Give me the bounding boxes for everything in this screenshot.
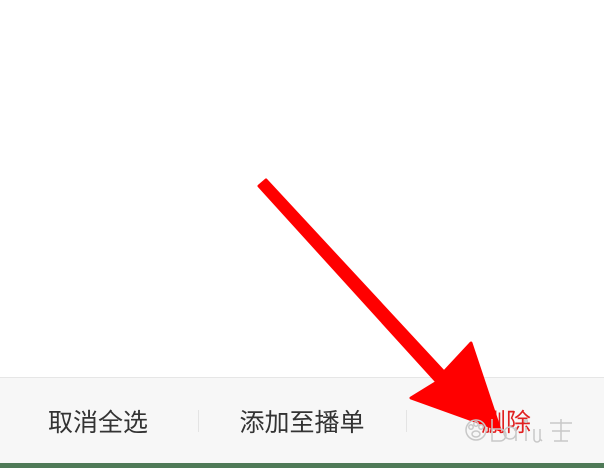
deselect-all-button[interactable]: 取消全选 <box>0 378 196 464</box>
content-area <box>0 0 604 377</box>
divider <box>406 410 407 432</box>
add-to-playlist-button[interactable]: 添加至播单 <box>200 378 404 464</box>
delete-button[interactable]: 删除 <box>408 378 604 464</box>
divider <box>198 410 199 432</box>
bottom-strip <box>0 463 604 468</box>
bottom-action-bar: 取消全选 添加至播单 删除 <box>0 377 604 464</box>
